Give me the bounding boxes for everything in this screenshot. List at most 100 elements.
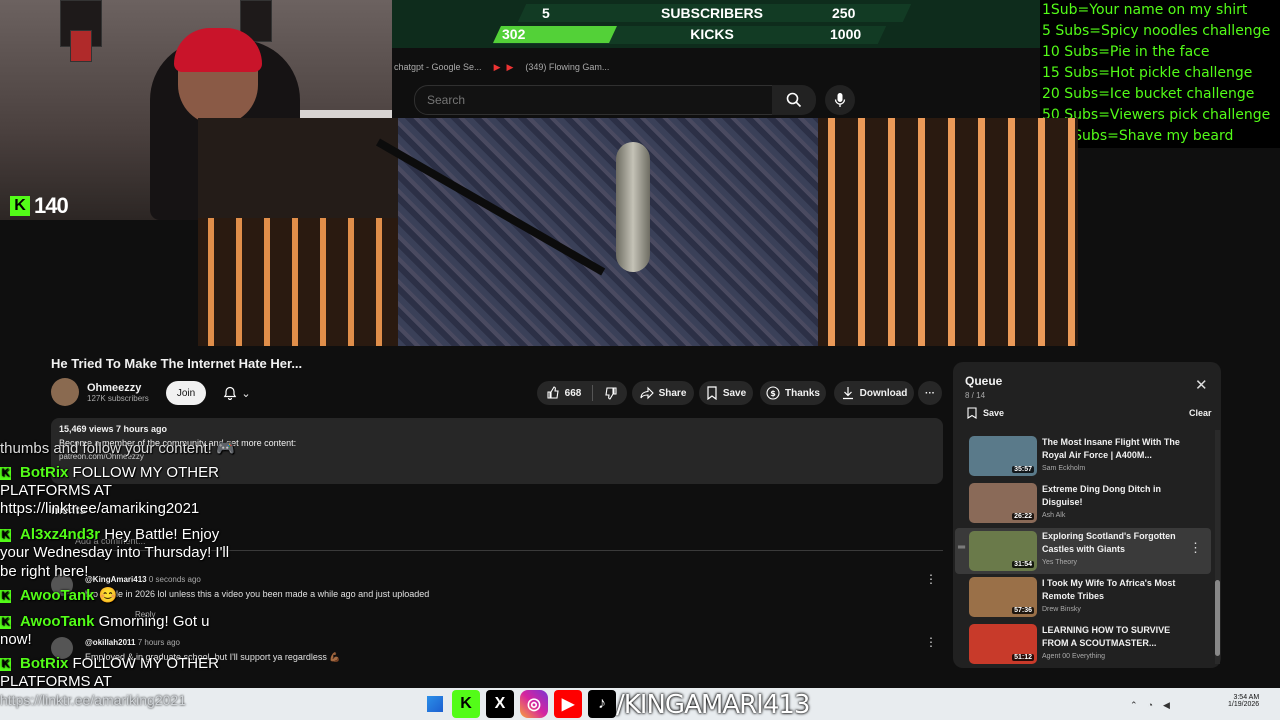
chat-link-overlay: https://linktr.ee/amariking2021 xyxy=(0,692,186,708)
stream-handle: /KINGAMARI413 xyxy=(616,690,810,720)
youtube-tab-icon: ▶ xyxy=(493,61,501,72)
video-duration: 31:54 xyxy=(1012,561,1034,568)
queue-count: 8 / 14 xyxy=(965,391,986,400)
kick-logo-icon: K xyxy=(10,196,30,216)
video-duration: 26:22 xyxy=(1012,513,1034,520)
x-logo-icon: X xyxy=(486,690,514,718)
kick-count-badge: K 140 xyxy=(10,193,69,219)
thanks-icon: $ xyxy=(766,386,780,400)
queue-clear-button[interactable]: Clear xyxy=(1189,408,1212,418)
chat-message: K BotRix FOLLOW MY OTHER xyxy=(0,655,219,673)
video-duration: 51:12 xyxy=(1012,654,1034,661)
subscribers-current: 5 xyxy=(542,5,550,21)
sub-goal-item: 15 Subs=Hot pickle challenge xyxy=(1042,65,1253,81)
chat-message: K Al3xz4nd3r Hey Battle! Enjoy xyxy=(0,526,219,544)
windows-start-icon[interactable] xyxy=(427,696,443,712)
bookmark-icon xyxy=(707,386,717,400)
queue-video-title: Extreme Ding Dong Ditch in Disguise! xyxy=(1042,484,1162,507)
thanks-label: Thanks xyxy=(784,387,820,399)
queue-video-channel: Drew Binsky xyxy=(1042,606,1081,613)
kicks-target: 1000 xyxy=(830,26,862,42)
notification-bell-button[interactable]: ⌄ xyxy=(215,381,259,405)
tab-youtube[interactable]: (349) Flowing Gam... xyxy=(525,62,609,72)
thanks-button[interactable]: $ Thanks xyxy=(760,381,826,405)
channel-info: Ohmeezzy 127K subscribers xyxy=(51,378,149,406)
clock-time: 3:54 AM xyxy=(1233,694,1260,701)
comment-menu-icon[interactable]: ⋮ xyxy=(925,635,937,649)
like-count: 668 xyxy=(564,387,582,399)
like-button[interactable]: 668 xyxy=(546,386,582,400)
chat-message: K AwooTank 😊 xyxy=(0,587,117,605)
chat-message: K BotRix FOLLOW MY OTHER PLATFORMS AT xyxy=(0,464,270,500)
channel-avatar[interactable] xyxy=(51,378,79,406)
chat-line: now! xyxy=(0,631,32,648)
thumbs-up-icon xyxy=(547,386,559,399)
queue-panel: Queue 8 / 14 ✕ Save Clear 35:57 The Most… xyxy=(953,362,1221,668)
subscribers-target: 250 xyxy=(832,5,856,21)
queue-item[interactable]: 35:57 The Most Insane Flight With The Ro… xyxy=(969,436,1209,480)
chevron-up-icon[interactable]: ⌃ xyxy=(1130,700,1138,711)
chat-line: https://linktr.ee/amariking2021 xyxy=(0,500,200,517)
video-title: He Tried To Make The Internet Hate Her..… xyxy=(51,356,303,371)
drag-handle-icon[interactable]: ═ xyxy=(958,542,965,553)
video-thumbnail: 51:12 xyxy=(969,624,1037,664)
save-button[interactable]: Save xyxy=(699,381,753,405)
share-icon xyxy=(640,386,654,400)
queue-video-channel: Yes Theory xyxy=(1042,559,1078,566)
video-thumbnail: 31:54 xyxy=(969,531,1037,571)
chat-line: thumbs and follow your content! 🎮 xyxy=(0,440,235,457)
queue-video-title: The Most Insane Flight With The Royal Ai… xyxy=(1042,437,1180,460)
video-duration: 35:57 xyxy=(1012,466,1034,473)
save-label: Save xyxy=(722,387,747,399)
bookmark-icon xyxy=(967,407,977,419)
comment-menu-icon[interactable]: ⋮ xyxy=(925,572,937,586)
chat-text: FOLLOW MY OTHER xyxy=(72,655,219,672)
browser-tab-strip: chatgpt - Google Se... ▶ ▶ (349) Flowing… xyxy=(392,56,1040,78)
stream-chat-overlay: thumbs and follow your content! 🎮 K BotRi… xyxy=(0,438,270,708)
queue-item[interactable]: 26:22 Extreme Ding Dong Ditch in Disguis… xyxy=(969,483,1209,527)
chat-text: Hey Battle! Enjoy xyxy=(104,526,220,543)
video-thumbnail: 57:36 xyxy=(969,577,1037,617)
kick-chat-icon: K xyxy=(0,590,11,603)
chat-line: your Wednesday into Thursday! I'll xyxy=(0,544,230,561)
download-icon xyxy=(842,387,853,400)
view-count-and-date: 15,469 views 7 hours ago xyxy=(59,424,168,434)
video-duration: 57:36 xyxy=(1012,607,1034,614)
clock-date: 1/19/2026 xyxy=(1228,701,1260,708)
download-button[interactable]: Download xyxy=(834,381,914,405)
share-button[interactable]: Share xyxy=(632,381,694,405)
microphone-image xyxy=(616,142,650,272)
close-icon[interactable]: ✕ xyxy=(1195,376,1208,394)
queue-item[interactable]: 57:36 I Took My Wife To Africa's Most Re… xyxy=(969,577,1209,621)
join-button[interactable]: Join xyxy=(166,381,206,405)
kick-chat-icon: K xyxy=(0,658,11,671)
like-dislike-group: 668 xyxy=(537,381,627,405)
search-input[interactable] xyxy=(415,86,759,114)
more-actions-button[interactable]: ··· xyxy=(918,381,942,405)
youtube-logo-icon: ▶ xyxy=(554,690,582,718)
chat-username: AwooTank xyxy=(20,587,95,604)
bell-icon xyxy=(224,386,237,400)
chat-username: Al3xz4nd3r xyxy=(20,526,101,543)
more-horizontal-icon: ··· xyxy=(925,387,935,399)
sub-goal-item: 10 Subs=Pie in the face xyxy=(1042,44,1210,60)
tab-google[interactable]: chatgpt - Google Se... xyxy=(394,62,482,72)
queue-scrollbar[interactable] xyxy=(1215,430,1220,664)
queue-item-current[interactable]: ═ 31:54 Exploring Scotland's Forgotten C… xyxy=(955,528,1211,574)
queue-item[interactable]: 51:12 LEARNING HOW TO SURVIVE FROM A SCO… xyxy=(969,624,1209,668)
speaker-icon[interactable]: ◀ xyxy=(1163,700,1170,711)
microphone-icon xyxy=(834,93,846,107)
more-vertical-icon[interactable]: ⋮ xyxy=(1189,540,1202,556)
queue-video-channel: Agent 00 Everything xyxy=(1042,653,1106,660)
queue-save-button[interactable]: Save xyxy=(967,407,1004,419)
taskbar-clock[interactable]: 3:54 AM 1/19/2026 xyxy=(1228,694,1259,708)
search-button[interactable] xyxy=(772,85,816,115)
youtube-tab-icon: ▶ xyxy=(506,61,514,72)
wifi-icon[interactable]: ◔ xyxy=(1148,700,1153,711)
video-player[interactable] xyxy=(198,118,1078,346)
thumbs-down-icon[interactable] xyxy=(604,386,618,400)
chat-line: be right here! xyxy=(0,563,89,580)
tiktok-logo-icon: ♪ xyxy=(588,690,616,718)
voice-search-button[interactable] xyxy=(825,85,855,115)
channel-name[interactable]: Ohmeezzy xyxy=(87,382,149,394)
